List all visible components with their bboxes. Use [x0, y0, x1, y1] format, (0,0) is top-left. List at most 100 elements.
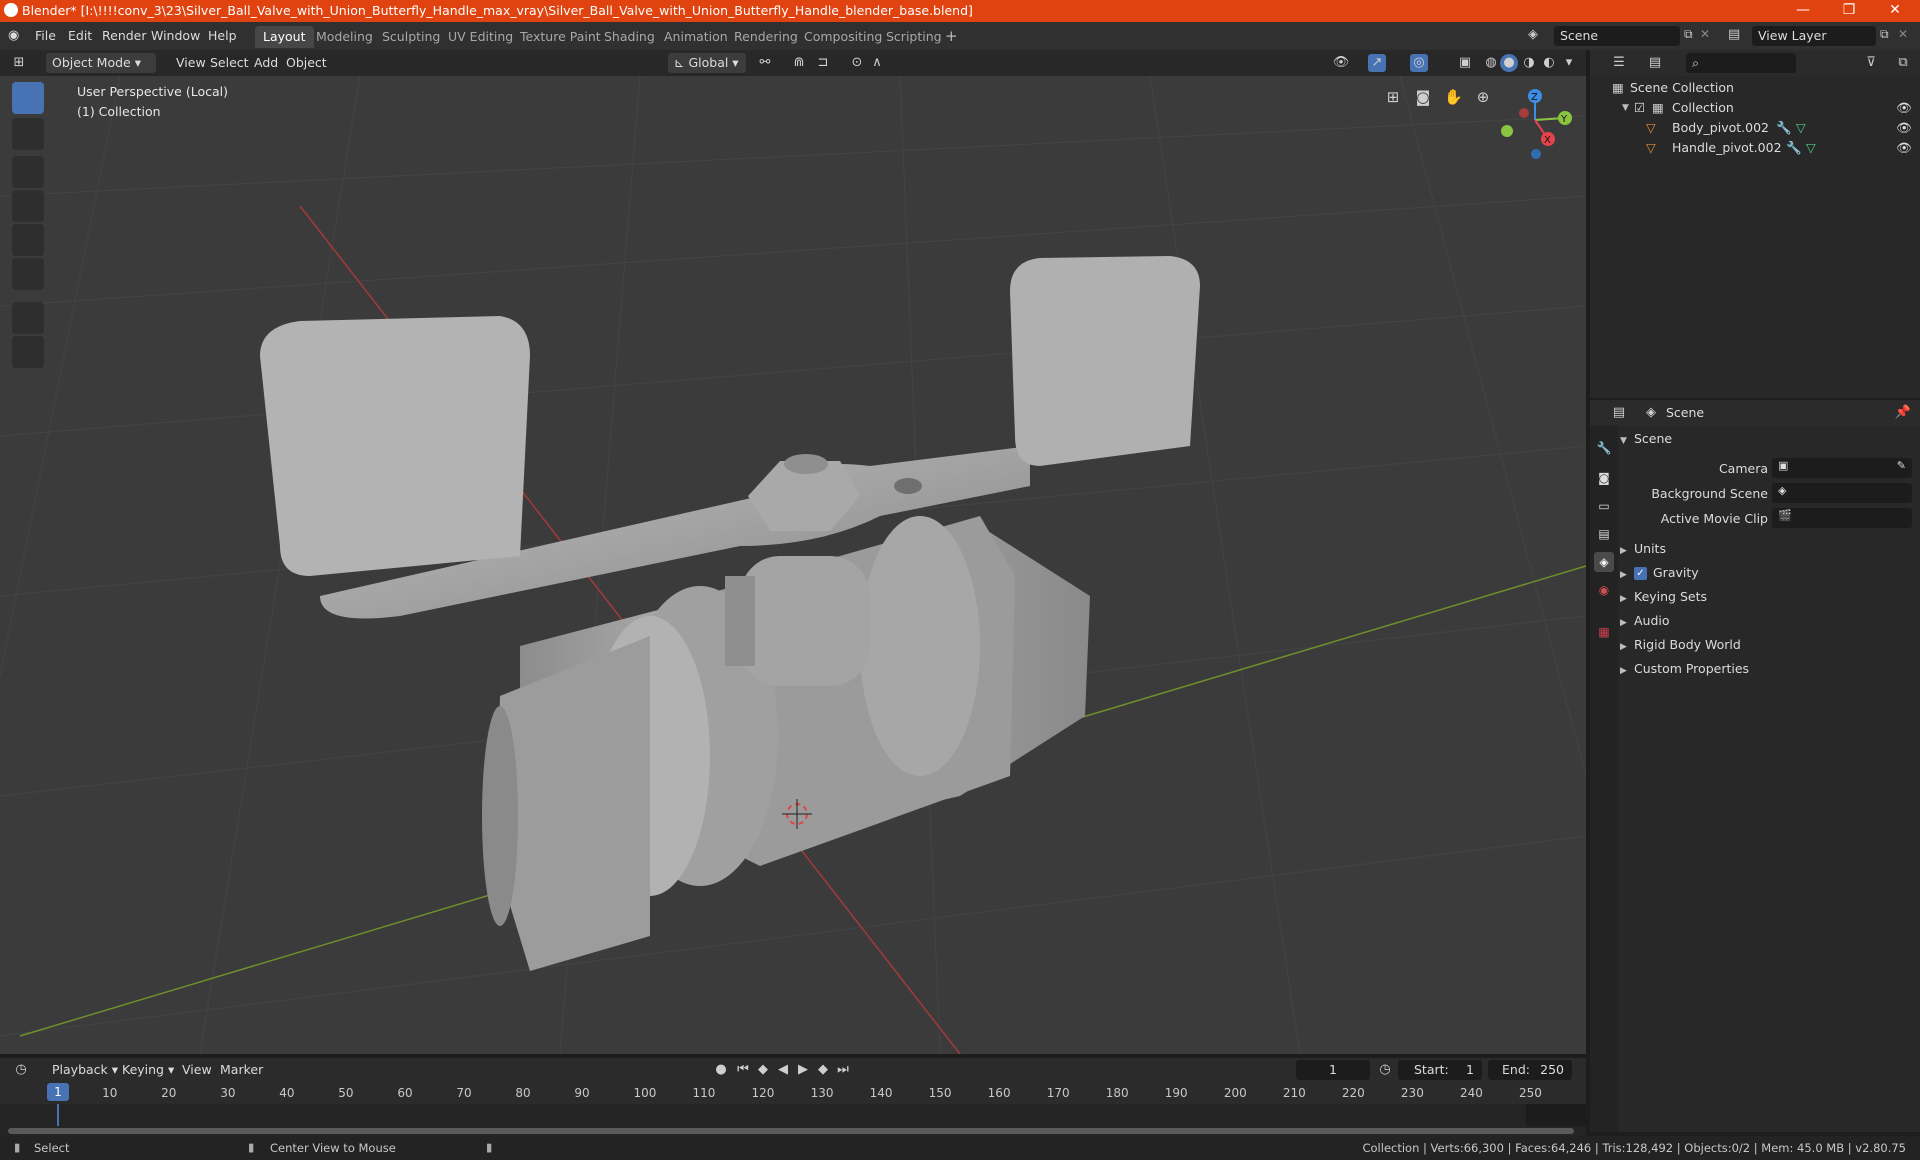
end-frame-field[interactable]: End: 250	[1488, 1060, 1572, 1080]
menu-file[interactable]: File	[35, 28, 56, 43]
pivot-icon[interactable]: ⚯	[756, 54, 774, 72]
tab-texture-paint[interactable]: Texture Paint	[512, 26, 609, 48]
shading-options-icon[interactable]: ▾	[1560, 54, 1578, 72]
units-panel[interactable]: ▶ Units	[1620, 538, 1912, 560]
gravity-checkbox[interactable]: ✓	[1634, 567, 1647, 580]
gravity-panel[interactable]: ▶ ✓ Gravity	[1620, 562, 1912, 584]
add-menu[interactable]: Add	[248, 53, 284, 73]
playhead-line[interactable]	[57, 1104, 59, 1126]
camera-view-icon[interactable]: ◙	[1414, 88, 1432, 106]
scale-tool-icon[interactable]	[12, 224, 44, 256]
mesh-data-icon[interactable]: ▽	[1796, 118, 1806, 138]
tab-modeling[interactable]: Modeling	[308, 26, 381, 48]
menu-edit[interactable]: Edit	[68, 28, 92, 43]
timeline-view-menu[interactable]: View	[176, 1060, 218, 1080]
zoom-icon[interactable]: ⊕	[1474, 88, 1492, 106]
ortho-toggle-icon[interactable]: ⊞	[1384, 88, 1402, 106]
modifier-wrench-icon[interactable]: 🔧	[1786, 138, 1802, 158]
modifier-wrench-icon[interactable]: 🔧	[1776, 118, 1792, 138]
scene-section-header[interactable]: ▼ Scene	[1620, 428, 1912, 450]
eye-icon[interactable]: 👁	[1896, 98, 1912, 118]
menu-window[interactable]: Window	[151, 28, 200, 43]
delete-view-layer-icon[interactable]: ✕	[1898, 27, 1908, 41]
navigation-gizmo[interactable]: Z Y X	[1501, 89, 1572, 159]
new-collection-icon[interactable]: ⧉	[1894, 54, 1912, 72]
render-tab-icon[interactable]: ◙	[1594, 468, 1614, 488]
measure-tool-icon[interactable]	[12, 336, 44, 368]
eye-icon[interactable]: 👁	[1896, 138, 1912, 158]
scene-field[interactable]: Scene	[1554, 26, 1680, 46]
pin-icon[interactable]: 📌	[1894, 404, 1912, 422]
snap-icon[interactable]: ⋒	[790, 54, 808, 72]
tab-compositing[interactable]: Compositing	[796, 26, 890, 48]
timeline-track-area[interactable]	[0, 1104, 1586, 1136]
record-icon[interactable]: ●	[712, 1061, 730, 1079]
output-tab-icon[interactable]: ▭	[1594, 496, 1614, 516]
menu-help[interactable]: Help	[208, 28, 237, 43]
outliner-editor-icon[interactable]: ☰	[1610, 54, 1628, 72]
blender-menu-icon[interactable]: ◉	[8, 28, 24, 44]
transform-orientation-dropdown[interactable]: ⊾ Global ▾	[668, 53, 746, 73]
new-scene-icon[interactable]: ⧉	[1684, 27, 1693, 42]
outliner-object-handle[interactable]: ▽ Handle_pivot.002 🔧 ▽ 👁	[1590, 138, 1920, 158]
select-box-tool-icon[interactable]	[12, 82, 44, 114]
view-layer-field[interactable]: View Layer	[1752, 26, 1876, 46]
rigid-body-world-panel[interactable]: ▶ Rigid Body World	[1620, 634, 1912, 656]
add-workspace-icon[interactable]: +	[945, 27, 958, 45]
falloff-icon[interactable]: ∧	[868, 54, 886, 72]
tab-uv-editing[interactable]: UV Editing	[440, 26, 521, 48]
collection-checkbox-icon[interactable]: ☑	[1634, 98, 1645, 118]
editor-type-icon[interactable]: ⊞	[10, 54, 28, 72]
current-frame-field[interactable]: 1	[1296, 1060, 1370, 1080]
outliner-search-input[interactable]: ⌕	[1686, 53, 1796, 73]
xray-icon[interactable]: ▣	[1456, 54, 1474, 72]
eye-icon[interactable]: 👁	[1896, 118, 1912, 138]
keying-menu[interactable]: Keying ▾	[116, 1060, 180, 1080]
outliner-collection[interactable]: ▼ ☑ ▦ Collection 👁	[1590, 98, 1920, 118]
world-tab-icon[interactable]: ◉	[1594, 580, 1614, 600]
scene-selector-icon[interactable]: ◈	[1528, 27, 1538, 42]
transform-tool-icon[interactable]	[12, 258, 44, 290]
mesh-data-icon[interactable]: ▽	[1806, 138, 1816, 158]
eyedropper-icon[interactable]: ✎	[1897, 459, 1906, 472]
menu-render[interactable]: Render	[102, 28, 147, 43]
tab-layout[interactable]: Layout	[255, 26, 314, 48]
rotate-tool-icon[interactable]	[12, 190, 44, 222]
snap-target-icon[interactable]: ⊐	[814, 54, 832, 72]
3d-viewport[interactable]: Z Y X User Perspective (Local) (1) Colle…	[0, 76, 1586, 1054]
solid-shading-icon[interactable]: ●	[1500, 54, 1518, 72]
tab-shading[interactable]: Shading	[596, 26, 663, 48]
delete-scene-icon[interactable]: ✕	[1700, 27, 1710, 41]
gizmo-toggle-icon[interactable]: ↗	[1368, 54, 1386, 72]
ball-valve-model[interactable]	[260, 256, 1200, 971]
timeline-scrollbar[interactable]	[8, 1128, 1574, 1134]
minimize-icon[interactable]: —	[1780, 0, 1826, 22]
camera-field[interactable]: ▣ ✎	[1772, 458, 1912, 478]
keying-sets-panel[interactable]: ▶ Keying Sets	[1620, 586, 1912, 608]
wireframe-shading-icon[interactable]: ◍	[1482, 54, 1500, 72]
proportional-edit-icon[interactable]: ⊙	[848, 54, 866, 72]
playback-menu[interactable]: Playback ▾	[46, 1060, 124, 1080]
playhead-frame-badge[interactable]: 1	[47, 1083, 69, 1101]
rendered-shading-icon[interactable]: ◐	[1540, 54, 1558, 72]
cursor-tool-icon[interactable]	[12, 118, 44, 150]
background-scene-field[interactable]: ◈	[1772, 483, 1912, 503]
annotate-tool-icon[interactable]	[12, 302, 44, 334]
tool-tab-icon[interactable]: 🔧	[1594, 438, 1614, 458]
object-menu[interactable]: Object	[280, 53, 333, 73]
jump-start-icon[interactable]: ⏮	[734, 1061, 752, 1079]
tab-animation[interactable]: Animation	[656, 26, 736, 48]
next-keyframe-icon[interactable]: ◆	[814, 1061, 832, 1079]
view-layer-icon[interactable]: ▤	[1728, 27, 1740, 42]
stopwatch-icon[interactable]: ◷	[1376, 1061, 1394, 1079]
material-shading-icon[interactable]: ◑	[1520, 54, 1538, 72]
tab-scripting[interactable]: Scripting	[878, 26, 950, 48]
object-mode-dropdown[interactable]: Object Mode ▾	[46, 53, 156, 73]
scene-tab-icon[interactable]: ◈	[1594, 552, 1614, 572]
marker-menu[interactable]: Marker	[214, 1060, 269, 1080]
pan-hand-icon[interactable]: ✋	[1444, 88, 1463, 106]
view-layer-tab-icon[interactable]: ▤	[1594, 524, 1614, 544]
texture-tab-icon[interactable]: ▦	[1594, 622, 1614, 642]
outliner-scene-collection[interactable]: ▦ Scene Collection	[1590, 78, 1920, 98]
move-tool-icon[interactable]	[12, 156, 44, 188]
